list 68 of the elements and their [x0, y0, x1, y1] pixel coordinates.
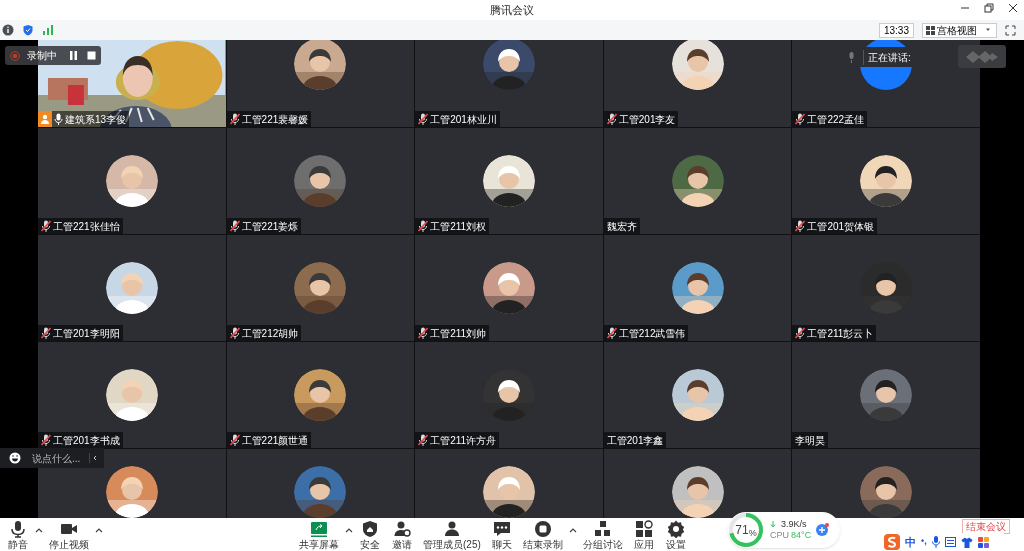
pause-icon[interactable] — [69, 51, 78, 60]
participant-name: 工管211许方舟 — [430, 433, 497, 448]
participant-name: 工管201贺体银 — [807, 219, 875, 234]
grid-icon — [926, 25, 935, 35]
toolbar-button[interactable]: 分组讨论 — [579, 518, 626, 551]
participant-name: 工管201林业川 — [430, 112, 497, 127]
participant-name: 工管212武雪伟 — [618, 326, 686, 341]
info-icon[interactable] — [2, 24, 14, 36]
window-title: 腾讯会议 — [490, 2, 534, 18]
fullscreen-icon[interactable] — [1005, 24, 1016, 36]
participant-name: 工管221裴馨媛 — [241, 112, 309, 127]
participant-name: 工管211彭云卜 — [807, 326, 874, 341]
toolbar-button[interactable]: 停止视频 — [46, 518, 92, 551]
speaking-label: 正在讲话: — [863, 49, 911, 65]
record-icon — [10, 50, 20, 61]
input-mode[interactable]: 中 — [905, 533, 916, 551]
participant-name: 工管201李明阳 — [53, 326, 120, 341]
microphone-icon — [848, 51, 855, 63]
toolbar-button[interactable]: 静音 — [4, 518, 32, 551]
keyboard-icon[interactable] — [944, 537, 956, 547]
participant-name: 工管221颜世通 — [241, 433, 309, 448]
network-speed: 3.9K/s — [781, 519, 807, 530]
punctuation-mode[interactable]: •, — [921, 535, 927, 549]
participant-name: 工管211刘帅 — [430, 326, 487, 341]
toolbar-button[interactable]: 共享屏幕 — [296, 518, 342, 551]
apps-icon — [634, 519, 653, 538]
sogou-logo-icon[interactable] — [884, 534, 900, 550]
shield-icon[interactable] — [22, 24, 34, 36]
participant-name: 工管211刘权 — [430, 219, 487, 234]
participant-name: 建筑系13李俊 — [65, 112, 127, 127]
participant-name: 工管201李书成 — [53, 433, 120, 448]
participant-name: 工管221姜烁 — [241, 219, 299, 234]
shirt-icon[interactable] — [960, 536, 973, 548]
people-icon — [442, 519, 461, 538]
toolbar-button[interactable]: 管理成员(25) — [420, 518, 484, 551]
chat-field[interactable]: 说点什么... — [0, 448, 104, 468]
stop-icon[interactable] — [87, 51, 96, 60]
participant-name: 工管201李友 — [618, 112, 676, 127]
cpu-temperature: 84°C — [791, 530, 812, 541]
toolbar-button[interactable]: 设置 — [661, 518, 690, 551]
toolbar-button[interactable]: 聊天 — [487, 518, 516, 551]
participant-name: 魏宏齐 — [606, 219, 637, 234]
collapse-icon[interactable] — [89, 453, 98, 463]
restore-icon[interactable] — [984, 3, 994, 13]
toolbar-button[interactable]: 应用 — [629, 518, 658, 551]
toolbar-button[interactable]: 邀请 — [388, 518, 416, 551]
participant-name: 工管201李鑫 — [606, 433, 664, 448]
recording-status: 录制中 — [27, 49, 57, 63]
toolbar-button[interactable]: 安全 — [356, 518, 384, 551]
close-icon[interactable] — [1008, 3, 1018, 13]
download-arrow-icon — [770, 521, 776, 528]
cpu-label: CPU — [770, 530, 789, 541]
usage-percent: 71$_{%}$ — [735, 522, 757, 539]
toolbox-icon[interactable] — [977, 536, 989, 548]
plus-icon[interactable] — [815, 523, 830, 537]
chat-input[interactable]: 说点什么... — [32, 450, 86, 466]
microphone-icon[interactable] — [931, 536, 940, 548]
microphone-icon — [9, 519, 27, 538]
participant-name: 李明昊 — [795, 433, 826, 448]
participant-name: 工管212胡帅 — [241, 326, 299, 341]
diamonds-icon — [965, 49, 999, 64]
participant-name: 工管222孟佳 — [807, 112, 865, 127]
breakout-icon — [593, 519, 612, 538]
emoji-icon[interactable] — [9, 452, 21, 464]
participant-name: 工管221张佳怡 — [53, 219, 120, 234]
view-mode-dropdown[interactable]: 宫格视图 — [922, 22, 997, 38]
toolbar-button[interactable]: 结束录制 — [519, 518, 566, 551]
meeting-time: 13:33 — [878, 22, 914, 38]
